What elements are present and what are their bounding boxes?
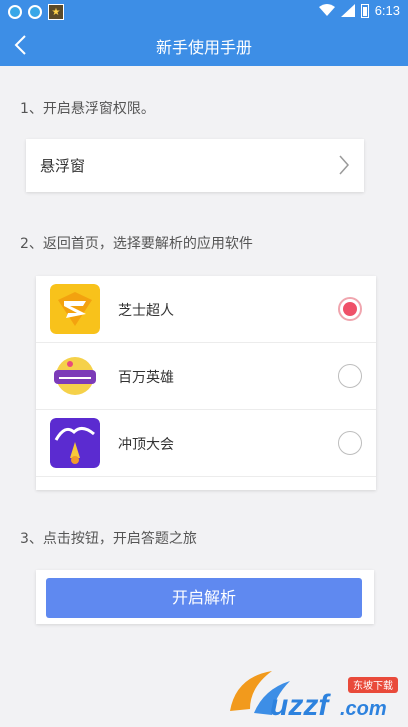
app-item-chongding[interactable]: 冲顶大会 <box>36 410 376 477</box>
zhishi-chaoren-icon <box>50 284 100 334</box>
step-1-text: 1、开启悬浮窗权限。 <box>20 101 155 117</box>
step-2-text: 2、返回首页，选择要解析的应用软件 <box>20 236 253 252</box>
signal-icon <box>340 4 355 17</box>
app-item-zhishi[interactable]: 芝士超人 <box>36 276 376 343</box>
svg-text:.com: .com <box>340 698 387 720</box>
app-list: 芝士超人 百万英雄 冲顶大会 <box>36 276 376 490</box>
app-item-baiwan[interactable]: 百万英雄 <box>36 343 376 410</box>
chongding-dahui-icon <box>50 418 100 468</box>
app-name: 冲顶大会 <box>118 437 174 453</box>
status-time: 6:13 <box>374 3 400 18</box>
wifi-icon <box>318 4 335 16</box>
start-parsing-button[interactable]: 开启解析 <box>46 578 362 618</box>
watermark-logo: uzzf .com 东坡下载 <box>230 671 398 722</box>
svg-text:uzzf: uzzf <box>270 689 331 722</box>
svg-text:东坡下载: 东坡下载 <box>353 679 393 692</box>
notification-icons: ★ <box>8 4 64 20</box>
app-bar: 新手使用手册 <box>0 24 408 66</box>
chevron-right-icon <box>339 155 350 175</box>
radio-unselected[interactable] <box>338 431 362 455</box>
radio-selected[interactable] <box>338 297 362 321</box>
page-title: 新手使用手册 <box>155 38 252 57</box>
action-card: 开启解析 <box>36 570 374 624</box>
status-bar: ★ 6:13 <box>0 0 408 24</box>
sync-icon <box>28 5 42 19</box>
radio-unselected[interactable] <box>338 364 362 388</box>
step-3-text: 3、点击按钮，开启答题之旅 <box>20 531 197 547</box>
system-icons: 6:13 <box>318 3 400 18</box>
app-name: 芝士超人 <box>118 303 174 319</box>
app-name: 百万英雄 <box>118 370 174 386</box>
permission-label: 悬浮窗 <box>40 157 86 175</box>
game-notification-icon: ★ <box>48 4 64 20</box>
sync-icon <box>8 5 22 19</box>
floating-window-permission-row[interactable]: 悬浮窗 <box>26 139 364 192</box>
baiwan-yingxiong-icon <box>50 351 100 401</box>
battery-icon <box>360 3 369 18</box>
